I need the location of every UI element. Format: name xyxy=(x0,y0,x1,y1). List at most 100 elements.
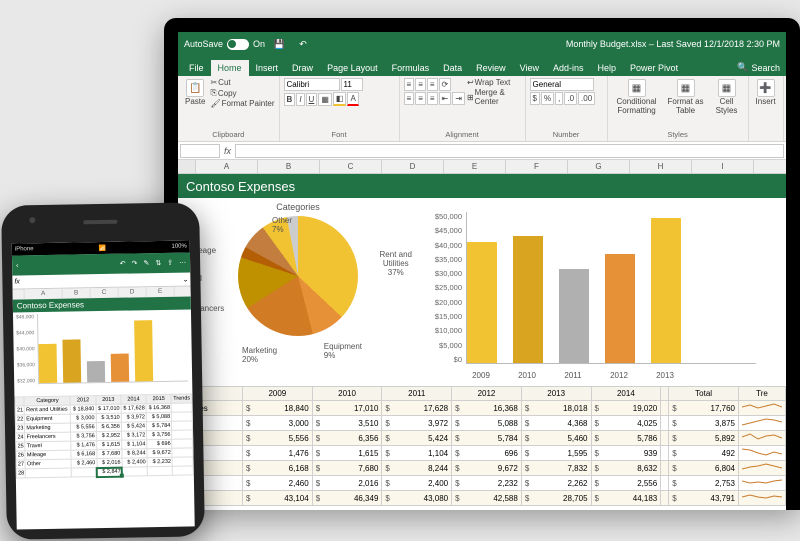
formula-input[interactable] xyxy=(235,144,784,158)
save-icon[interactable]: 💾 xyxy=(271,36,287,52)
pie-title: Categories xyxy=(178,202,418,212)
clipboard-title: Clipboard xyxy=(182,130,275,139)
tab-data[interactable]: Data xyxy=(436,60,469,76)
document-title: Monthly Budget.xlsx – Last Saved 12/1/20… xyxy=(313,39,780,49)
more-icon[interactable]: ⋯ xyxy=(179,259,186,267)
percent-button[interactable]: % xyxy=(541,92,554,105)
align-left[interactable]: ≡ xyxy=(404,92,415,105)
conditional-formatting-button[interactable]: ▦Conditional Formatting xyxy=(612,78,662,116)
comma-button[interactable]: , xyxy=(555,92,563,105)
data-table[interactable]: 200920102011201220132014TotalTre Utiliti… xyxy=(178,386,786,506)
paste-button[interactable]: 📋Paste xyxy=(182,78,208,107)
merge-center-button[interactable]: ⊞Merge & Center xyxy=(467,88,521,106)
bar-2013 xyxy=(651,218,681,363)
format-painter-button[interactable]: 🖌Format Painter xyxy=(210,99,274,108)
worksheet[interactable]: A B C D E F G H I Contoso Expenses Categ… xyxy=(178,160,786,506)
phone-y-axis: $48,000$44,000$40,000$36,000$32,000 xyxy=(14,314,35,384)
align-mid[interactable]: ≡ xyxy=(415,78,426,91)
font-size[interactable] xyxy=(341,78,363,91)
insert-cells-button[interactable]: ➕Insert xyxy=(753,78,779,107)
inc-decimal[interactable]: .0 xyxy=(564,92,577,105)
merge-icon: ⊞ xyxy=(467,93,474,102)
tab-draw[interactable]: Draw xyxy=(285,60,320,76)
align-bot[interactable]: ≡ xyxy=(427,78,438,91)
col-I[interactable]: I xyxy=(692,160,754,173)
underline-button[interactable]: U xyxy=(306,93,318,106)
tab-file[interactable]: File xyxy=(182,60,211,76)
selected-cell[interactable]: $ 2,847 xyxy=(97,467,122,476)
wrap-label: Wrap Text xyxy=(475,78,511,87)
redo-icon[interactable]: ↷ xyxy=(132,259,138,267)
pcol-C[interactable]: C xyxy=(91,288,119,298)
align-top[interactable]: ≡ xyxy=(404,78,415,91)
col-A[interactable]: A xyxy=(196,160,258,173)
col-C[interactable]: C xyxy=(320,160,382,173)
phone-screen: iPhone 📶 100% ‹ ↶ ↷ ✎ ⇅ ⇪ ⋯ fx ⌄ A B C D… xyxy=(12,240,195,529)
tab-page-layout[interactable]: Page Layout xyxy=(320,60,385,76)
insert-label: Insert xyxy=(756,97,776,106)
indent-inc[interactable]: ⇥ xyxy=(452,92,465,105)
tab-help[interactable]: Help xyxy=(591,60,624,76)
pcol-B[interactable]: B xyxy=(63,288,91,298)
name-box[interactable] xyxy=(180,144,220,158)
align-center[interactable]: ≡ xyxy=(415,92,426,105)
group-clipboard: 📋Paste ✂Cut ⎘Copy 🖌Format Painter Clipbo… xyxy=(178,76,280,141)
search-box[interactable]: 🔍 Search xyxy=(731,59,786,76)
table-row: 3,0003,5103,9725,0884,3684,0253,875 xyxy=(179,416,786,431)
cell-styles-button[interactable]: ▦Cell Styles xyxy=(710,78,744,116)
fx-icon[interactable]: fx xyxy=(224,146,231,156)
styles-title: Styles xyxy=(612,130,744,139)
chevron-down-icon[interactable]: ⌄ xyxy=(182,275,188,283)
border-button[interactable]: ▦ xyxy=(318,93,332,106)
undo-icon[interactable]: ↶ xyxy=(120,260,126,268)
phone-data-table[interactable]: Category2012201320142015Trends 21Rent an… xyxy=(14,393,193,478)
share-icon[interactable]: ⇪ xyxy=(167,259,173,267)
col-E[interactable]: E xyxy=(444,160,506,173)
pcol-A[interactable]: A xyxy=(25,289,63,300)
pcol-D[interactable]: D xyxy=(119,287,147,297)
pcol-E[interactable]: E xyxy=(147,287,175,297)
col-D[interactable]: D xyxy=(382,160,444,173)
sort-icon[interactable]: ⇅ xyxy=(155,259,161,267)
bold-button[interactable]: B xyxy=(284,93,296,106)
fill-color-button[interactable]: ◧ xyxy=(333,92,347,106)
wrap-text-button[interactable]: ↩Wrap Text xyxy=(467,78,521,87)
col-G[interactable]: G xyxy=(568,160,630,173)
col-B[interactable]: B xyxy=(258,160,320,173)
font-name[interactable] xyxy=(284,78,340,91)
autosave-toggle[interactable] xyxy=(227,39,249,50)
table-row: 43,10446,34943,08042,58828,70544,18343,7… xyxy=(179,491,786,506)
bar-2010 xyxy=(513,236,543,363)
edit-icon[interactable]: ✎ xyxy=(143,259,149,267)
back-icon[interactable]: ‹ xyxy=(16,262,18,269)
pie-lbl-rent: Rent andUtilities37% xyxy=(380,250,412,277)
align-right[interactable]: ≡ xyxy=(427,92,438,105)
table-row: 5,5566,3565,4245,7845,4605,7865,892 xyxy=(179,431,786,446)
tab-insert[interactable]: Insert xyxy=(249,60,286,76)
dec-decimal[interactable]: .00 xyxy=(578,92,595,105)
undo-icon[interactable]: ↶ xyxy=(295,36,311,52)
copy-button[interactable]: ⎘Copy xyxy=(210,88,274,98)
tab-review[interactable]: Review xyxy=(469,60,513,76)
tab-formulas[interactable]: Formulas xyxy=(385,60,437,76)
tab-power-pivot[interactable]: Power Pivot xyxy=(623,60,685,76)
currency-button[interactable]: $ xyxy=(530,92,540,105)
indent-dec[interactable]: ⇤ xyxy=(439,92,452,105)
italic-button[interactable]: I xyxy=(296,93,304,106)
col-F[interactable]: F xyxy=(506,160,568,173)
table-row: Utilities18,84017,01017,62816,36818,0181… xyxy=(179,401,786,416)
orientation[interactable]: ⟳ xyxy=(439,78,452,91)
col-H[interactable]: H xyxy=(630,160,692,173)
group-cells: ➕Insert xyxy=(749,76,784,141)
number-format[interactable] xyxy=(530,78,594,91)
alignment-title: Alignment xyxy=(404,130,521,139)
format-as-table-button[interactable]: ▦Format as Table xyxy=(664,78,708,116)
font-color-button[interactable]: A xyxy=(347,92,358,106)
tab-home[interactable]: Home xyxy=(211,60,249,76)
tab-addins[interactable]: Add-ins xyxy=(546,60,591,76)
group-number: $%,.0.00 Number xyxy=(526,76,608,141)
bar-2011 xyxy=(559,269,589,363)
cut-button[interactable]: ✂Cut xyxy=(210,78,274,87)
autosave-label: AutoSave xyxy=(184,39,223,49)
tab-view[interactable]: View xyxy=(513,60,546,76)
